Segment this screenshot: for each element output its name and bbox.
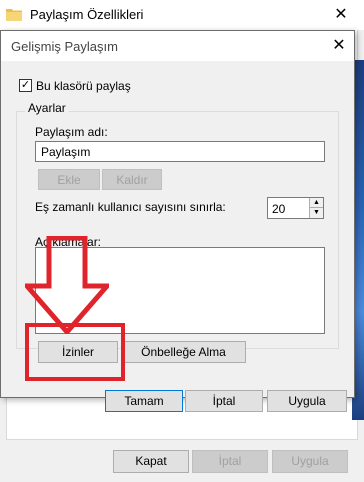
apply-button[interactable]: Uygula [267, 390, 347, 412]
properties-title: Paylaşım Özellikleri [30, 7, 144, 22]
down-arrow-icon [25, 236, 109, 334]
user-limit-label: Eş zamanlı kullanıcı sayısını sınırla: [35, 200, 226, 214]
dialog-title: Gelişmiş Paylaşım [11, 39, 118, 54]
caching-button[interactable]: Önbelleğe Alma [121, 341, 246, 363]
close-button[interactable]: Kapat [113, 450, 189, 473]
user-limit-value[interactable]: 20 [272, 202, 285, 216]
apply-button-back[interactable]: Uygula [272, 450, 348, 473]
ok-button[interactable]: Tamam [105, 390, 183, 412]
close-icon[interactable]: ✕ [325, 34, 353, 58]
share-folder-checkbox[interactable]: ✓ [19, 79, 32, 92]
user-limit-spinner[interactable]: 20 ▲ ▼ [267, 197, 324, 219]
folder-icon [6, 9, 22, 21]
cancel-button-back[interactable]: İptal [192, 450, 268, 473]
cancel-button[interactable]: İptal [185, 390, 263, 412]
spin-up-icon[interactable]: ▲ [309, 198, 323, 208]
share-folder-label[interactable]: Bu klasörü paylaş [36, 79, 131, 93]
advanced-sharing-dialog: Gelişmiş Paylaşım ✕ ✓ Bu klasörü paylaş … [0, 30, 355, 412]
spin-down-icon[interactable]: ▼ [309, 208, 323, 218]
share-name-input[interactable]: Paylaşım [35, 141, 325, 162]
remove-button[interactable]: Kaldır [102, 169, 162, 190]
close-icon[interactable]: ✕ [326, 3, 356, 27]
add-button[interactable]: Ekle [38, 169, 100, 190]
highlight-box [25, 323, 125, 381]
share-name-label: Paylaşım adı: [35, 125, 108, 139]
settings-legend: Ayarlar [25, 101, 69, 115]
